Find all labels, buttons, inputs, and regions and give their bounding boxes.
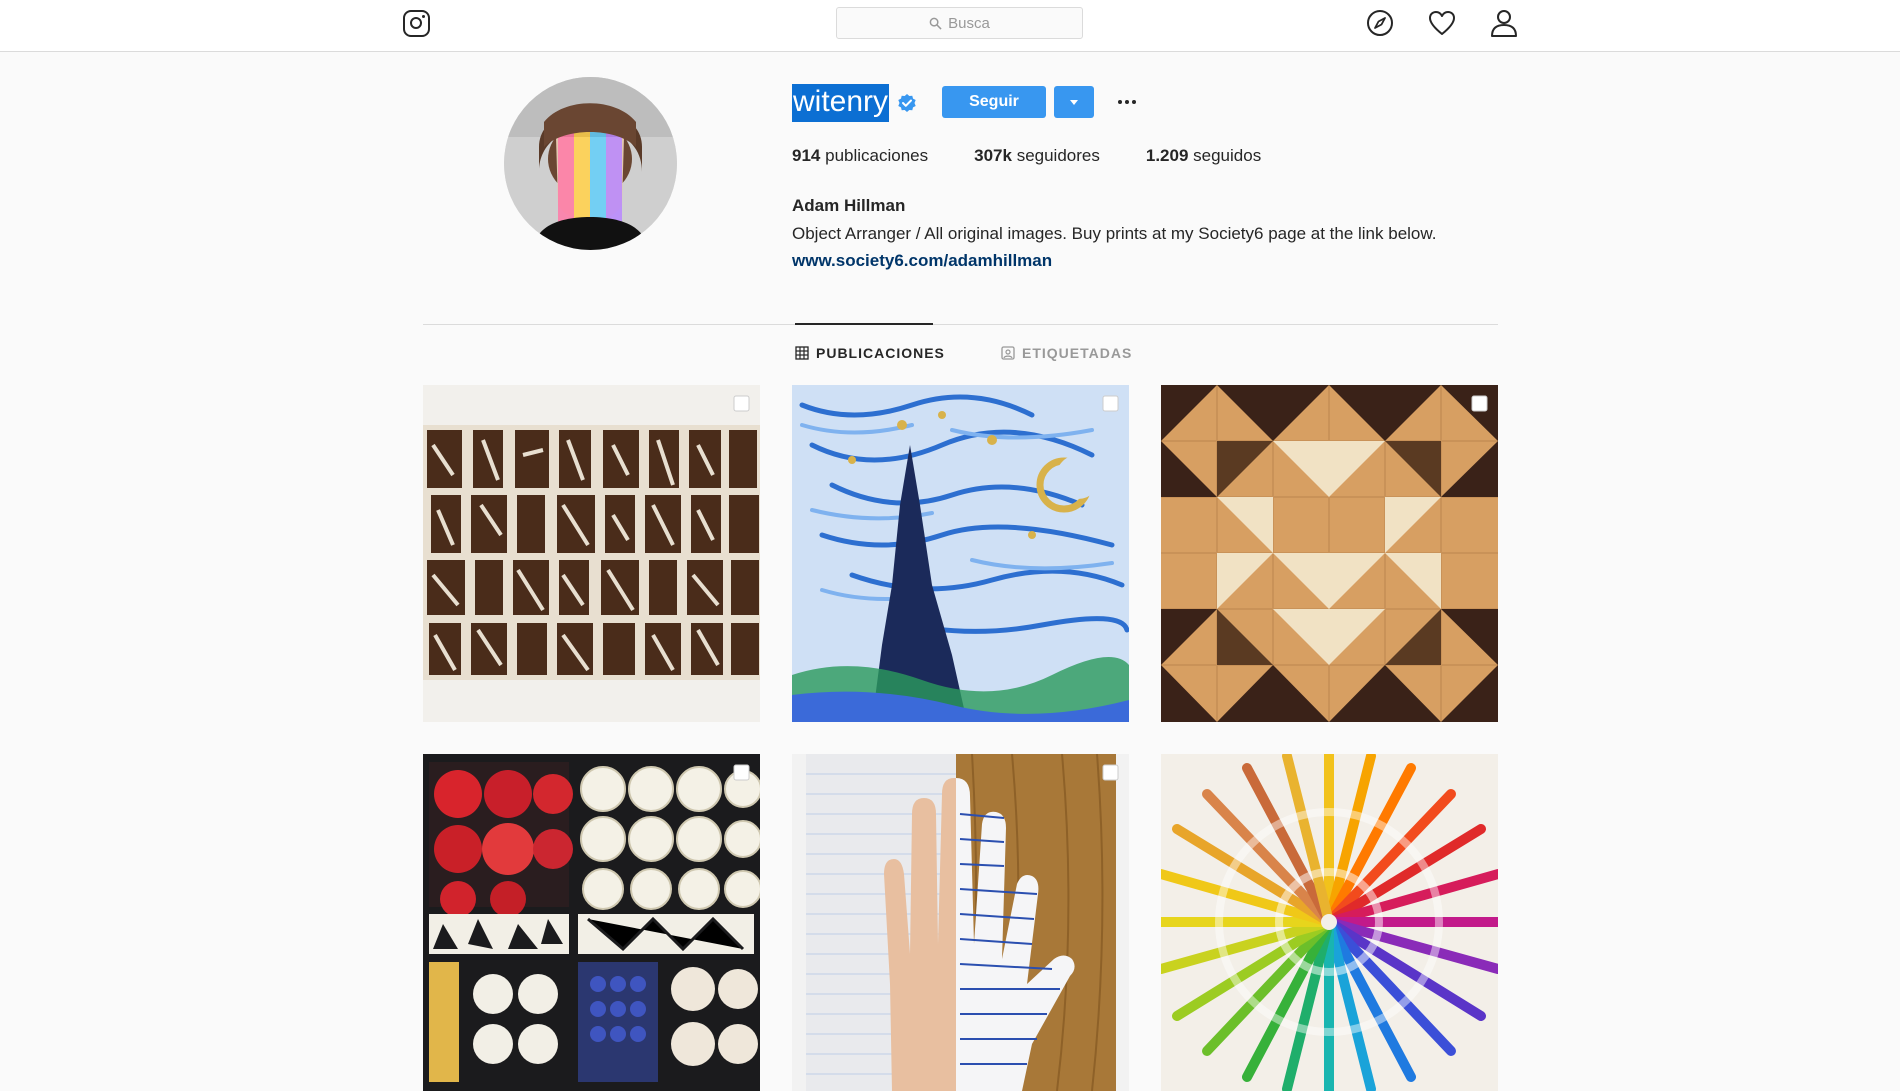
post-tile[interactable] [792, 754, 1129, 1091]
activity-heart-icon[interactable] [1427, 8, 1457, 38]
tab-posts[interactable]: PUBLICACIONES [795, 345, 945, 361]
post-tile[interactable] [1161, 385, 1498, 722]
bio-text: Object Arranger / All original images. B… [792, 224, 1437, 243]
more-options-icon[interactable] [1112, 86, 1142, 118]
post-tile[interactable] [423, 385, 760, 722]
multiple-images-icon [1102, 395, 1119, 412]
post-tile[interactable] [792, 385, 1129, 722]
profile-user-icon[interactable] [1489, 8, 1519, 38]
top-navigation-bar: Busca [0, 0, 1900, 52]
grid-icon [795, 346, 809, 360]
search-input[interactable]: Busca [836, 7, 1083, 39]
full-name: Adam Hillman [792, 196, 906, 215]
multiple-images-icon [733, 764, 750, 781]
post-image [792, 385, 1129, 722]
post-image [1161, 754, 1498, 1091]
follow-button[interactable]: Seguir [942, 86, 1046, 118]
post-tile[interactable] [423, 754, 760, 1091]
stat-followers[interactable]: 307k seguidores [974, 146, 1100, 166]
post-image [792, 754, 1129, 1091]
stat-posts: 914 publicaciones [792, 146, 929, 165]
profile-stats: 914 publicaciones 307k seguidores 1.209 … [792, 146, 1307, 166]
instagram-logo-icon[interactable] [403, 10, 430, 37]
profile-website-link[interactable]: www.society6.com/adamhillman [792, 251, 1052, 271]
post-image [423, 385, 760, 722]
post-image [1161, 385, 1498, 722]
verified-badge-icon [898, 94, 916, 112]
post-image [423, 754, 760, 1091]
active-tab-indicator [795, 323, 933, 325]
multiple-images-icon [1102, 764, 1119, 781]
explore-compass-icon[interactable] [1365, 8, 1395, 38]
search-icon [929, 17, 942, 30]
tagged-photo-icon [1001, 346, 1015, 360]
tab-tagged[interactable]: ETIQUETADAS [1001, 345, 1132, 361]
username-row: witenry [792, 84, 917, 122]
multiple-images-icon [1471, 395, 1488, 412]
post-tile[interactable] [1161, 754, 1498, 1091]
multiple-images-icon [733, 395, 750, 412]
username[interactable]: witenry [792, 84, 890, 122]
suggestions-dropdown-button[interactable] [1054, 86, 1094, 118]
section-divider [423, 324, 1498, 325]
search-placeholder: Busca [948, 14, 990, 32]
stat-following[interactable]: 1.209 seguidos [1146, 146, 1261, 166]
profile-avatar[interactable] [504, 77, 677, 250]
